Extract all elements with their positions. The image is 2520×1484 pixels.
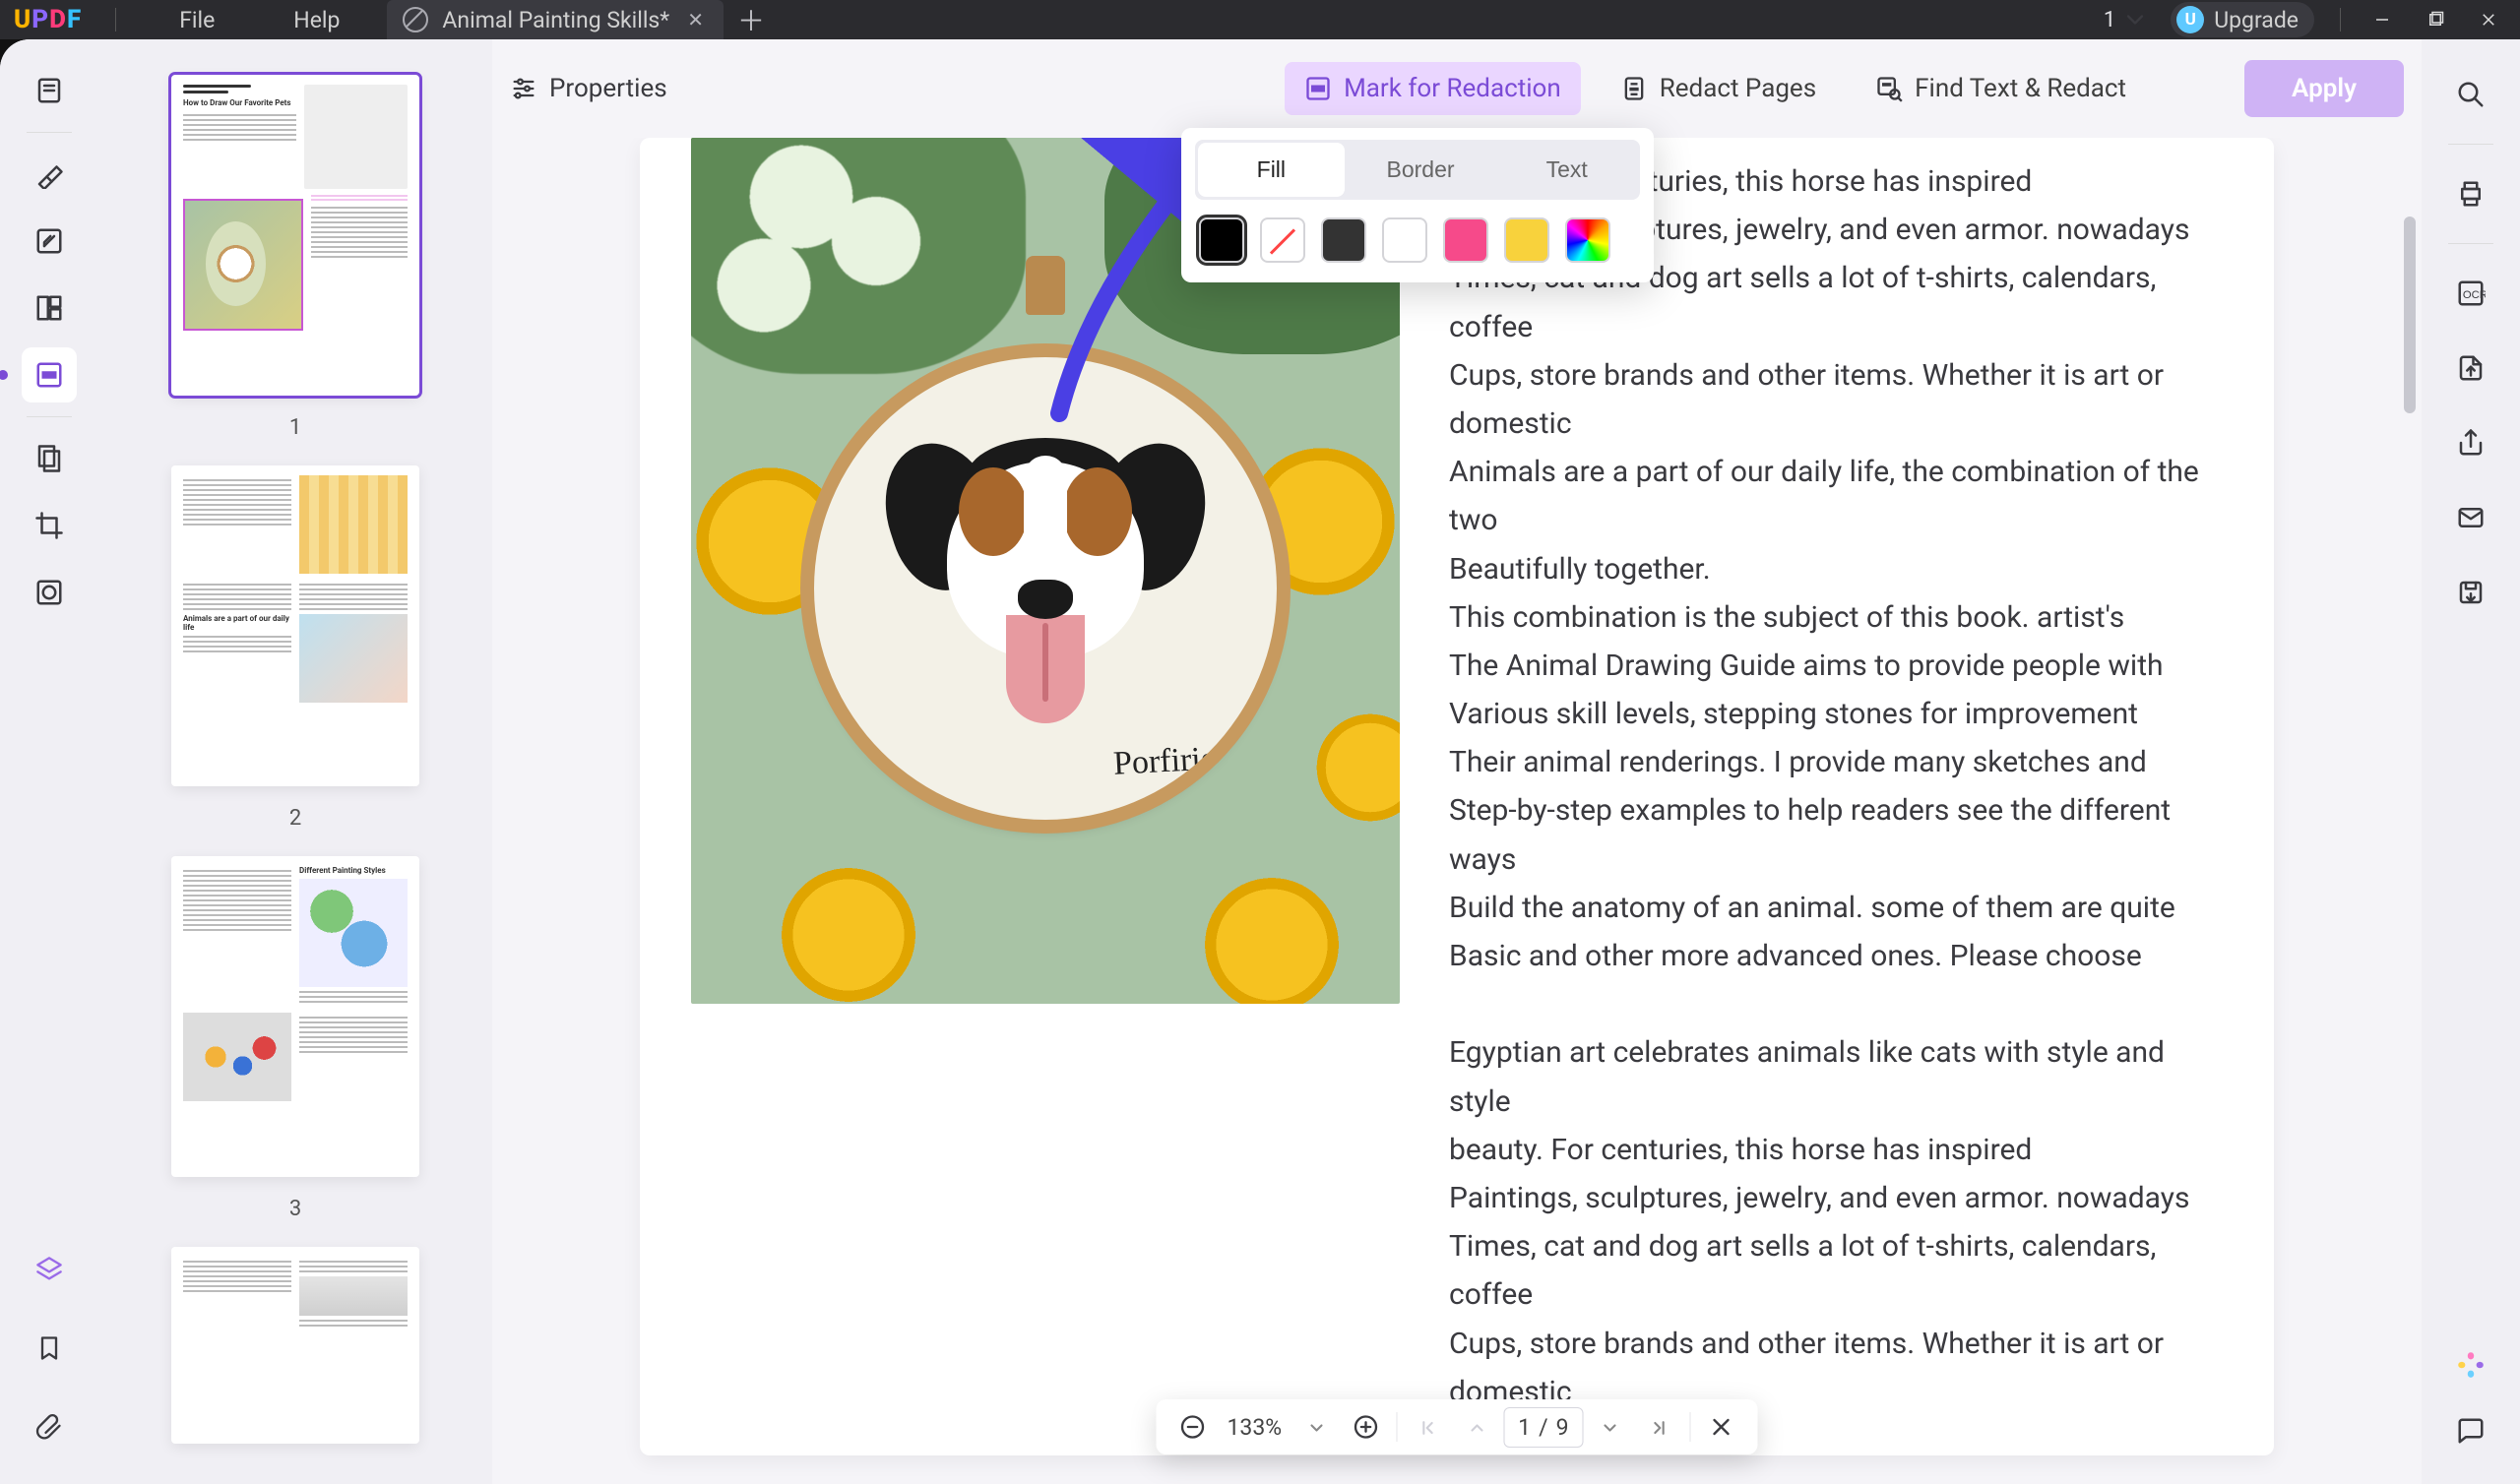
- avatar: U: [2176, 6, 2204, 33]
- apply-button[interactable]: Apply: [2244, 60, 2404, 117]
- titlebar: UPDF File Help Animal Painting Skills* ✕…: [0, 0, 2520, 39]
- page1-body[interactable]: beauty. For centuries, this horse has in…: [1439, 138, 2274, 1455]
- tool-comments[interactable]: [2443, 1403, 2498, 1458]
- page-thumbnail-1[interactable]: How to Draw Our Favorite Pets: [171, 75, 419, 396]
- tool-bookmark[interactable]: [22, 1321, 77, 1376]
- document-tab[interactable]: Animal Painting Skills* ✕: [387, 0, 724, 39]
- tool-crop[interactable]: [22, 498, 77, 553]
- next-page-button[interactable]: [1588, 1404, 1633, 1450]
- redact-mode-icon: [403, 7, 428, 32]
- thumbnail-label-1: 1: [289, 415, 301, 440]
- tool-highlight[interactable]: [22, 147, 77, 202]
- swatch-darkgray[interactable]: [1321, 217, 1366, 263]
- app-body: How to Draw Our Favorite Pets 1: [0, 39, 2520, 1484]
- mark-label: Mark for Redaction: [1344, 74, 1561, 103]
- tab-border[interactable]: Border: [1348, 140, 1494, 200]
- last-page-button[interactable]: [1637, 1404, 1682, 1450]
- mark-for-redaction-button[interactable]: Mark for Redaction: [1285, 62, 1581, 115]
- zoom-in-button[interactable]: [1343, 1404, 1388, 1450]
- tab-fill[interactable]: Fill: [1198, 143, 1345, 197]
- thumbnail-label-3: 3: [289, 1197, 301, 1221]
- main-viewer: Properties Mark for Redaction Redact Pag…: [492, 39, 2422, 1484]
- swatch-white[interactable]: [1382, 217, 1427, 263]
- current-page: 1: [1518, 1414, 1531, 1441]
- page-scroll[interactable]: Porfirio beauty. For centuries, this hor…: [492, 138, 2422, 1484]
- pages-icon: [1620, 75, 1648, 102]
- redaction-mark-icon: [1304, 75, 1332, 102]
- find-label: Find Text & Redact: [1915, 74, 2126, 103]
- new-tab-button[interactable]: ＋: [733, 2, 769, 37]
- tool-search[interactable]: [2443, 67, 2498, 122]
- tab-title: Animal Painting Skills*: [442, 7, 669, 33]
- page-controls: 133% 1 / 9: [1157, 1399, 1758, 1454]
- redact-pages-label: Redact Pages: [1660, 74, 1816, 103]
- find-redact-button[interactable]: Find Text & Redact: [1856, 62, 2146, 115]
- close-tab-button[interactable]: ✕: [683, 8, 708, 31]
- tool-attachment[interactable]: [22, 1399, 77, 1454]
- swatch-black[interactable]: [1199, 217, 1244, 263]
- page-number-box[interactable]: 1 / 9: [1503, 1407, 1583, 1448]
- zoom-dropdown[interactable]: [1293, 1404, 1339, 1450]
- upgrade-label: Upgrade: [2214, 7, 2299, 33]
- ai-assistant-icon[interactable]: [2454, 1348, 2488, 1382]
- close-controls-button[interactable]: [1699, 1404, 1744, 1450]
- swatch-none[interactable]: [1260, 217, 1305, 263]
- window-close-button[interactable]: [2473, 4, 2504, 35]
- tool-redact[interactable]: [22, 347, 77, 402]
- page-thumbnail-4[interactable]: [171, 1247, 419, 1444]
- hero-signature: Porfirio: [1112, 740, 1219, 782]
- tool-export[interactable]: [2443, 340, 2498, 396]
- properties-label: Properties: [549, 74, 667, 103]
- tool-compare[interactable]: [22, 565, 77, 620]
- sliders-icon: [510, 75, 537, 102]
- popover-tabs: Fill Border Text: [1195, 140, 1640, 200]
- app-logo: UPDF: [4, 5, 92, 34]
- zoom-value: 133%: [1220, 1414, 1291, 1441]
- tool-reader[interactable]: [22, 63, 77, 118]
- tab-text[interactable]: Text: [1493, 140, 1640, 200]
- tool-save-as[interactable]: [2443, 565, 2498, 620]
- upgrade-button[interactable]: U Upgrade: [2171, 2, 2314, 37]
- page-thumbnail-2[interactable]: Animals are a part of our daily life: [171, 465, 419, 786]
- redact-toolbar: Properties Mark for Redaction Redact Pag…: [492, 39, 2422, 138]
- left-rail: [0, 39, 98, 1484]
- tool-edit-text[interactable]: [22, 214, 77, 269]
- swatch-pink[interactable]: [1443, 217, 1488, 263]
- tool-page-layout[interactable]: [22, 280, 77, 336]
- properties-button[interactable]: Properties: [510, 62, 687, 115]
- redact-pages-button[interactable]: Redact Pages: [1601, 62, 1836, 115]
- tool-ocr[interactable]: OCR: [2443, 266, 2498, 321]
- chevron-down-icon: [2121, 6, 2149, 33]
- page-thumbnail-3[interactable]: Different Painting Styles: [171, 856, 419, 1177]
- divider: [115, 8, 116, 31]
- scrollbar[interactable]: [2404, 216, 2416, 413]
- color-swatches: [1181, 210, 1654, 282]
- menu-help[interactable]: Help: [254, 7, 379, 33]
- tool-organize[interactable]: [22, 431, 77, 486]
- notifications-counter[interactable]: 1: [2104, 6, 2149, 33]
- svg-text:OCR: OCR: [2463, 289, 2486, 301]
- prev-page-button[interactable]: [1454, 1404, 1499, 1450]
- window-minimize-button[interactable]: [2366, 4, 2398, 35]
- right-rail: OCR: [2422, 39, 2520, 1484]
- first-page-button[interactable]: [1405, 1404, 1450, 1450]
- tool-print[interactable]: [2443, 166, 2498, 221]
- find-icon: [1875, 75, 1903, 102]
- swatch-yellow[interactable]: [1504, 217, 1549, 263]
- page-1: Porfirio beauty. For centuries, this hor…: [640, 138, 2274, 1455]
- total-pages: 9: [1556, 1414, 1569, 1441]
- zoom-out-button[interactable]: [1170, 1404, 1216, 1450]
- tool-layers[interactable]: [22, 1242, 77, 1297]
- thumbnail-label-2: 2: [289, 806, 301, 831]
- tool-share[interactable]: [2443, 415, 2498, 470]
- tool-email[interactable]: [2443, 490, 2498, 545]
- menu-file[interactable]: File: [140, 7, 254, 33]
- swatch-custom[interactable]: [1565, 217, 1610, 263]
- properties-popover: Fill Border Text: [1181, 128, 1654, 282]
- window-maximize-button[interactable]: [2420, 4, 2451, 35]
- thumbnail-panel: How to Draw Our Favorite Pets 1: [98, 39, 492, 1484]
